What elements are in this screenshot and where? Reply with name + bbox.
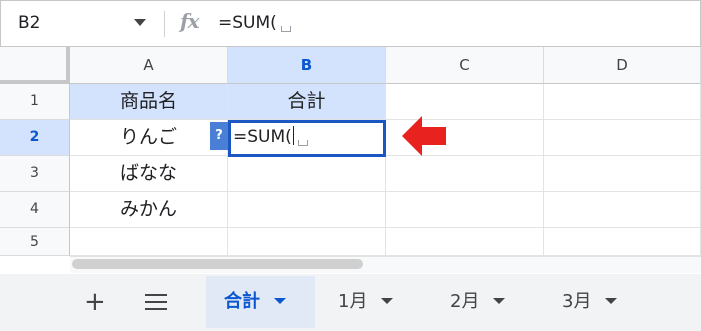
formula-input[interactable]: =SUM( bbox=[218, 13, 291, 33]
cell-b5[interactable] bbox=[228, 228, 386, 256]
column-header-c[interactable]: C bbox=[386, 47, 544, 84]
row-header-1[interactable]: 1 bbox=[0, 84, 70, 120]
tab-label: 合計 bbox=[224, 291, 260, 312]
space-marker-icon bbox=[280, 26, 291, 32]
caret-down-icon[interactable] bbox=[605, 298, 618, 304]
row-header-2[interactable]: 2 bbox=[0, 120, 70, 156]
caret-down-icon[interactable] bbox=[134, 19, 146, 26]
row-header-5[interactable]: 5 bbox=[0, 228, 70, 256]
cell-d1[interactable] bbox=[544, 84, 701, 120]
cell-c4[interactable] bbox=[386, 192, 544, 228]
column-header-a[interactable]: A bbox=[70, 47, 228, 84]
red-arrow-icon bbox=[402, 116, 446, 156]
column-header-d[interactable]: D bbox=[544, 47, 701, 84]
row-header-3[interactable]: 3 bbox=[0, 156, 70, 192]
column-header-b[interactable]: B bbox=[228, 47, 386, 84]
cell-a5[interactable] bbox=[70, 228, 228, 256]
formula-text: =SUM( bbox=[218, 13, 277, 33]
menu-icon[interactable] bbox=[145, 294, 167, 310]
cell-d2[interactable] bbox=[544, 120, 701, 156]
cell-d5[interactable] bbox=[544, 228, 701, 256]
cell-c5[interactable] bbox=[386, 228, 544, 256]
scrollbar-thumb[interactable] bbox=[72, 259, 363, 269]
tab-label: 3月 bbox=[562, 291, 592, 312]
space-marker-icon bbox=[297, 140, 308, 146]
active-cell-text: =SUM( bbox=[233, 126, 308, 147]
tab-sheet-jan[interactable]: 1月 bbox=[320, 276, 420, 328]
tab-sheet-mar[interactable]: 3月 bbox=[544, 276, 644, 328]
add-sheet-button[interactable]: + bbox=[84, 288, 106, 316]
cell-a1[interactable]: 商品名 bbox=[70, 84, 228, 120]
cell-c3[interactable] bbox=[386, 156, 544, 192]
row-header-4[interactable]: 4 bbox=[0, 192, 70, 228]
tab-sheet-feb[interactable]: 2月 bbox=[432, 276, 532, 328]
cell-a2[interactable]: りんご bbox=[70, 120, 228, 156]
caret-down-icon[interactable] bbox=[493, 298, 506, 304]
caret-down-icon[interactable] bbox=[381, 298, 394, 304]
cell-d3[interactable] bbox=[544, 156, 701, 192]
cell-b3[interactable] bbox=[228, 156, 386, 192]
tab-sheet-total[interactable]: 合計 bbox=[206, 276, 315, 328]
active-cell-value: =SUM( bbox=[233, 127, 292, 147]
tab-label: 1月 bbox=[338, 291, 368, 312]
cell-a3[interactable]: ばなな bbox=[70, 156, 228, 192]
cell-b1[interactable]: 合計 bbox=[228, 84, 386, 120]
cell-b4[interactable] bbox=[228, 192, 386, 228]
cell-d4[interactable] bbox=[544, 192, 701, 228]
tab-label: 2月 bbox=[450, 291, 480, 312]
cell-a4[interactable]: みかん bbox=[70, 192, 228, 228]
formula-bar-divider bbox=[164, 11, 165, 37]
select-all-corner[interactable] bbox=[0, 47, 70, 84]
formula-help-button[interactable]: ? bbox=[210, 122, 228, 150]
fx-icon: fx bbox=[180, 9, 200, 33]
name-box-value: B2 bbox=[18, 13, 41, 33]
caret-down-icon[interactable] bbox=[274, 298, 286, 304]
text-cursor bbox=[292, 126, 294, 145]
